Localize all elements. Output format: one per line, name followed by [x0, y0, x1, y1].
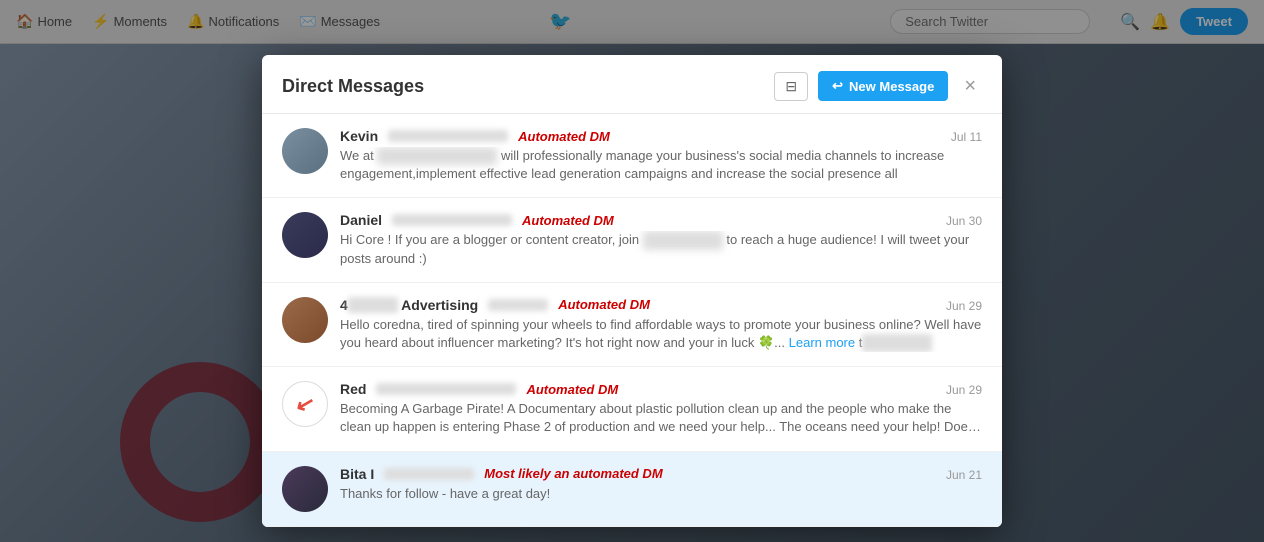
- new-message-icon: ↩: [832, 78, 843, 94]
- new-message-button[interactable]: ↩ New Message: [818, 71, 948, 101]
- messages-list: Kevin Automated DM Jul 11 We at will pro…: [262, 114, 1002, 527]
- likely-automated-label-bita: Most likely an automated DM: [484, 466, 662, 481]
- message-preview-bita: Thanks for follow - have a great day!: [340, 485, 982, 503]
- message-content-kevin: Kevin Automated DM Jul 11 We at will pro…: [340, 128, 982, 183]
- automated-label-red: Automated DM: [526, 382, 618, 397]
- message-item-red[interactable]: ↙ Red Automated DM Jun 29 Becoming A Gar…: [262, 367, 1002, 451]
- avatar-bita: [282, 466, 328, 512]
- learn-more-link[interactable]: Learn more: [789, 335, 855, 350]
- message-item-kevin[interactable]: Kevin Automated DM Jul 11 We at will pro…: [262, 114, 1002, 198]
- message-top-row-daniel: Daniel Automated DM Jun 30: [340, 212, 982, 228]
- automated-label-advertising: Automated DM: [558, 297, 650, 312]
- message-item-daniel[interactable]: Daniel Automated DM Jun 30 Hi Core ! If …: [262, 198, 1002, 282]
- message-preview-kevin: We at will professionally manage your bu…: [340, 147, 982, 183]
- message-top-row-kevin: Kevin Automated DM Jul 11: [340, 128, 982, 144]
- sender-info-daniel: Daniel Automated DM: [340, 212, 614, 228]
- sender-handle-blur-red: [376, 383, 516, 395]
- message-item-advertising[interactable]: 4 Advertising Automated DM Jun 29 Hello …: [262, 283, 1002, 367]
- sender-name-kevin: Kevin: [340, 128, 378, 144]
- message-date-bita: Jun 21: [946, 468, 982, 482]
- message-date-daniel: Jun 30: [946, 214, 982, 228]
- modal-header-actions: ⊟ ↩ New Message ×: [774, 71, 982, 101]
- modal-close-button[interactable]: ×: [958, 74, 982, 98]
- message-content-bita: Bita I Most likely an automated DM Jun 2…: [340, 466, 982, 512]
- sender-handle-blur-daniel: [392, 214, 512, 226]
- sender-handle-blur-kevin: [388, 130, 508, 142]
- modal-title: Direct Messages: [282, 76, 424, 97]
- avatar-daniel: [282, 212, 328, 258]
- message-date-advertising: Jun 29: [946, 299, 982, 313]
- sender-info-bita: Bita I Most likely an automated DM: [340, 466, 663, 482]
- avatar-red: ↙: [282, 381, 328, 427]
- sender-name-bita: Bita I: [340, 466, 374, 482]
- filter-icon: ⊟: [785, 78, 797, 94]
- avatar-kevin: [282, 128, 328, 174]
- modal-header: Direct Messages ⊟ ↩ New Message ×: [262, 55, 1002, 114]
- sender-handle-blur-advertising: [488, 299, 548, 311]
- red-logo-icon: ↙: [293, 389, 318, 419]
- automated-label-kevin: Automated DM: [518, 129, 610, 144]
- sender-info-kevin: Kevin Automated DM: [340, 128, 610, 144]
- message-top-row-red: Red Automated DM Jun 29: [340, 381, 982, 397]
- message-content-advertising: 4 Advertising Automated DM Jun 29 Hello …: [340, 297, 982, 352]
- sender-name-advertising: 4 Advertising: [340, 297, 478, 313]
- automated-label-daniel: Automated DM: [522, 213, 614, 228]
- sender-handle-blur-bita: [384, 468, 474, 480]
- message-preview-daniel: Hi Core ! If you are a blogger or conten…: [340, 231, 982, 267]
- message-content-daniel: Daniel Automated DM Jun 30 Hi Core ! If …: [340, 212, 982, 267]
- new-message-label: New Message: [849, 79, 934, 94]
- message-item-bita[interactable]: Bita I Most likely an automated DM Jun 2…: [262, 452, 1002, 527]
- message-date-kevin: Jul 11: [951, 130, 982, 144]
- message-top-row-advertising: 4 Advertising Automated DM Jun 29: [340, 297, 982, 313]
- filter-button[interactable]: ⊟: [774, 72, 808, 101]
- sender-name-red: Red: [340, 381, 366, 397]
- message-preview-red: Becoming A Garbage Pirate! A Documentary…: [340, 400, 982, 436]
- direct-messages-modal: Direct Messages ⊟ ↩ New Message × Kevin …: [262, 55, 1002, 527]
- message-preview-advertising: Hello coredna, tired of spinning your wh…: [340, 316, 982, 352]
- message-date-red: Jun 29: [946, 383, 982, 397]
- avatar-advertising: [282, 297, 328, 343]
- sender-info-advertising: 4 Advertising Automated DM: [340, 297, 650, 313]
- sender-name-daniel: Daniel: [340, 212, 382, 228]
- sender-info-red: Red Automated DM: [340, 381, 618, 397]
- message-content-red: Red Automated DM Jun 29 Becoming A Garba…: [340, 381, 982, 436]
- message-top-row-bita: Bita I Most likely an automated DM Jun 2…: [340, 466, 982, 482]
